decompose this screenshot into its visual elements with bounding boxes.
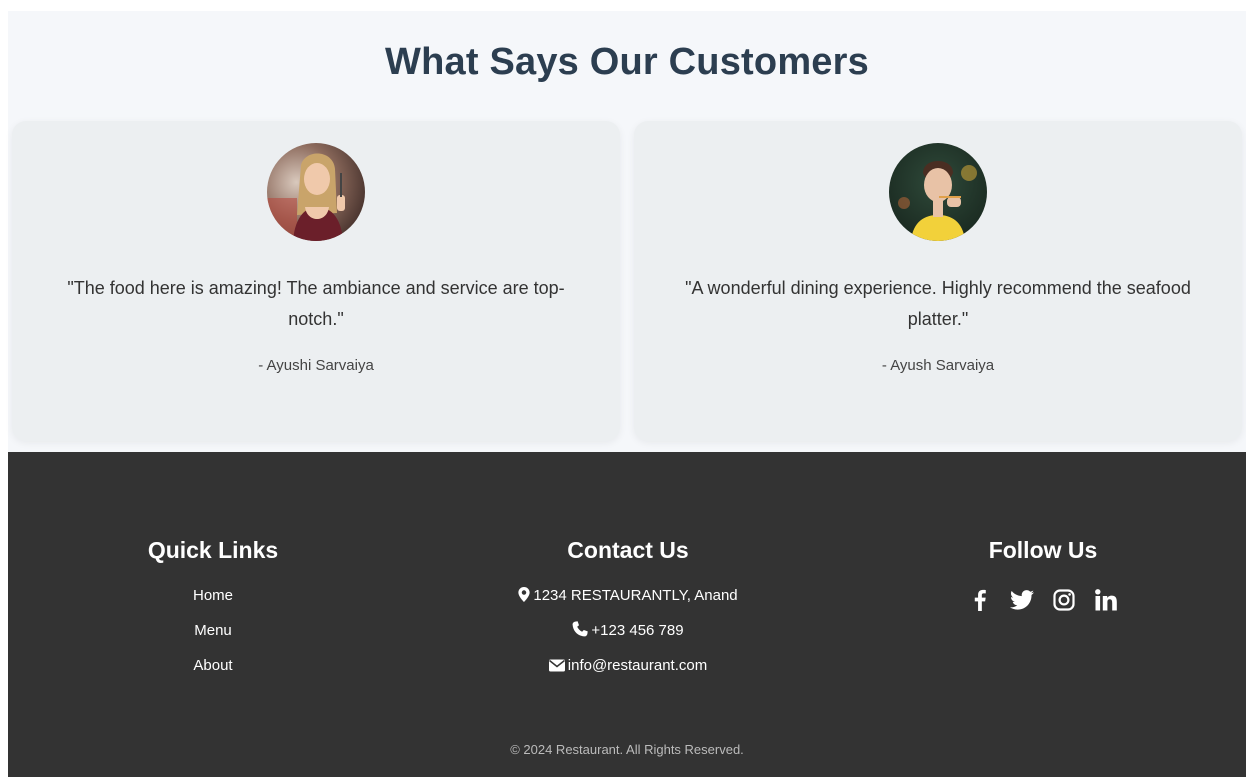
testimonials-section: What Says Our Customers "The food here i… <box>8 11 1246 452</box>
footer-link-menu[interactable]: Menu <box>63 621 363 656</box>
testimonial-card: "The food here is amazing! The ambiance … <box>12 121 620 441</box>
section-title: What Says Our Customers <box>385 41 869 83</box>
contact-address: 1234 RESTAURANTLY, Anand <box>478 586 778 621</box>
contact-address-text: 1234 RESTAURANTLY, Anand <box>533 587 738 604</box>
twitter-icon[interactable] <box>1008 586 1036 614</box>
quick-links-column: Quick Links Home Menu About <box>63 534 363 691</box>
follow-title: Follow Us <box>988 537 1098 563</box>
envelope-icon <box>548 658 565 678</box>
quick-links-title: Quick Links <box>147 537 279 563</box>
footer-link-home[interactable]: Home <box>63 586 363 621</box>
linkedin-icon[interactable] <box>1092 586 1120 614</box>
map-pin-icon <box>518 587 530 608</box>
testimonial-quote: "A wonderful dining experience. Highly r… <box>685 278 1191 329</box>
contact-email-text: info@restaurant.com <box>567 657 708 674</box>
follow-column: Follow Us <box>893 534 1193 614</box>
phone-icon <box>572 621 589 643</box>
contact-email: info@restaurant.com <box>478 656 778 691</box>
contact-phone-text: +123 456 789 <box>591 622 684 639</box>
page: What Says Our Customers "The food here i… <box>8 11 1246 777</box>
social-links <box>893 586 1193 614</box>
quick-links-list: Home Menu About <box>63 586 363 691</box>
customer-photo-man <box>889 143 987 241</box>
contact-list: 1234 RESTAURANTLY, Anand +123 456 789 in… <box>478 586 778 691</box>
contact-phone: +123 456 789 <box>478 621 778 656</box>
customer-avatar <box>267 143 365 241</box>
contact-column: Contact Us 1234 RESTAURANTLY, Anand +123… <box>478 534 778 691</box>
contact-title: Contact Us <box>567 537 689 563</box>
copyright-text: © 2024 Restaurant. All Rights Reserved. <box>510 742 744 757</box>
customer-avatar <box>889 143 987 241</box>
instagram-icon[interactable] <box>1050 586 1078 614</box>
footer: Quick Links Home Menu About Contact Us 1… <box>8 452 1246 777</box>
footer-link-about[interactable]: About <box>63 656 363 691</box>
testimonial-quote: "The food here is amazing! The ambiance … <box>67 278 565 329</box>
customer-photo-woman <box>267 143 365 241</box>
testimonial-author: - Ayushi Sarvaiya <box>258 357 374 374</box>
facebook-icon[interactable] <box>966 586 994 614</box>
testimonial-card: "A wonderful dining experience. Highly r… <box>634 121 1242 441</box>
testimonial-author: - Ayush Sarvaiya <box>881 357 995 374</box>
